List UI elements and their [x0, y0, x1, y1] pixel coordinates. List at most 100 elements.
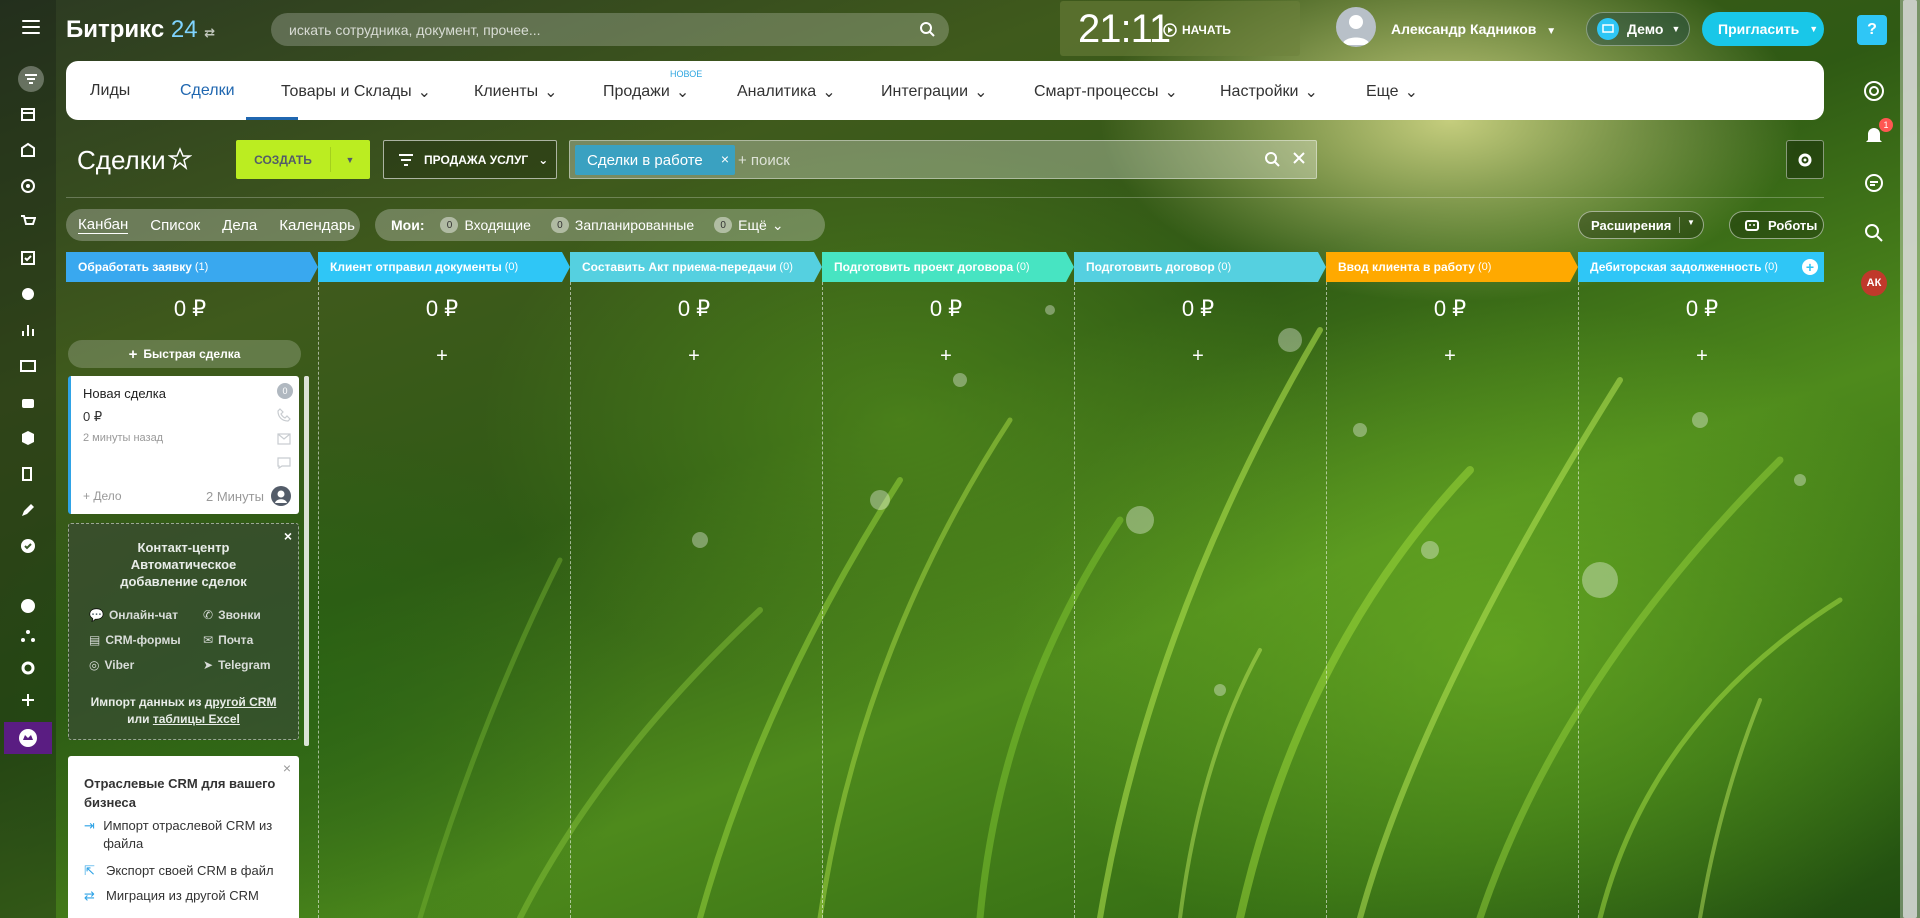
create-deal-button[interactable]: СОЗДАТЬ ▼	[236, 140, 370, 179]
deal-card[interactable]: Новая сделка 0 ₽ 2 минуты назад 0 + Дело…	[68, 376, 299, 514]
page-scrollbar-thumb[interactable]	[1903, 0, 1917, 918]
nav-analytics[interactable]: Аналитика ⌄	[737, 82, 836, 102]
robots-button[interactable]: Роботы	[1729, 211, 1824, 239]
add-deal-plus-button[interactable]: +	[1335, 345, 1565, 368]
stage-header[interactable]: Составить Акт приема-передачи (0)	[570, 252, 822, 282]
channel-viber[interactable]: ◎ Viber	[89, 658, 134, 672]
nav-more[interactable]: Еще ⌄	[1366, 82, 1418, 102]
mail-icon[interactable]	[277, 432, 291, 450]
copilot-icon[interactable]	[1861, 78, 1887, 104]
view-kanban[interactable]: Канбан	[78, 216, 129, 234]
stage-header[interactable]: Подготовить договор (0)	[1074, 252, 1326, 282]
tasks-calendar-icon[interactable]	[18, 104, 38, 124]
cart-icon[interactable]	[18, 212, 38, 232]
box-icon[interactable]	[18, 428, 38, 448]
add-deal-plus-button[interactable]: +	[831, 345, 1061, 368]
quick-deal-button[interactable]: + Быстрая сделка	[68, 340, 301, 368]
industry-migration-item[interactable]: ⇄ Миграция из другой CRM	[84, 887, 259, 905]
nav-integrations[interactable]: Интеграции ⌄	[881, 82, 987, 102]
deal-title[interactable]: Новая сделка	[83, 386, 166, 401]
stage-header[interactable]: Клиент отправил документы (0)	[318, 252, 570, 282]
checkbox-icon[interactable]	[18, 248, 38, 268]
settings-gear-icon[interactable]	[18, 658, 38, 678]
responsible-avatar-icon[interactable]	[271, 486, 291, 506]
nav-smart-processes[interactable]: Смарт-процессы ⌄	[1034, 82, 1178, 102]
help-icon[interactable]	[18, 596, 38, 616]
add-deal-plus-button[interactable]: +	[327, 345, 557, 368]
counter-planned[interactable]: 0 Запланированные	[550, 217, 694, 233]
filter-search-box[interactable]: Сделки в работе × + поиск	[569, 140, 1317, 179]
workday-clock[interactable]: 21:11 НАЧАТЬ	[1060, 1, 1300, 56]
stage-header[interactable]: Обработать заявку (1)	[66, 252, 318, 282]
global-search-input[interactable]: искать сотрудника, документ, прочее...	[271, 13, 949, 46]
nav-sales[interactable]: Продажи ⌄	[603, 82, 689, 102]
column-scrollbar-thumb[interactable]	[304, 376, 309, 746]
sitemap-icon[interactable]	[18, 626, 38, 646]
nav-leads[interactable]: Лиды	[90, 82, 130, 100]
add-deal-plus-button[interactable]: +	[1587, 345, 1817, 368]
industry-import-item[interactable]: ⇥ Импорт отраслевой CRM из файла	[84, 817, 274, 853]
menu-burger-icon[interactable]	[22, 20, 40, 34]
channel-mail[interactable]: ✉ Почта	[203, 633, 253, 647]
user-initials-avatar[interactable]: АК	[1861, 270, 1887, 296]
search-icon[interactable]	[1861, 220, 1887, 246]
contacts-card-icon[interactable]	[18, 356, 38, 376]
clear-icon[interactable]	[1292, 151, 1306, 165]
user-name-menu[interactable]: Александр Кадников ▼	[1391, 21, 1556, 37]
sign-document-icon[interactable]	[18, 464, 38, 484]
industry-export-item[interactable]: ⇱ Экспорт своей CRM в файл	[84, 862, 274, 880]
robot-icon[interactable]	[18, 392, 38, 412]
bitrix24-logo[interactable]: Битрикс 24 ⇄	[66, 16, 215, 44]
stage-header[interactable]: Ввод клиента в работу (0)	[1326, 252, 1578, 282]
import-other-crm-link[interactable]: другой CRM	[205, 695, 277, 709]
analytics-icon[interactable]	[18, 320, 38, 340]
page-scrollbar[interactable]	[1900, 0, 1920, 918]
column-scrollbar[interactable]	[304, 376, 309, 746]
channel-crm-forms[interactable]: ▤ CRM-формы	[89, 633, 181, 647]
add-deal-plus-button[interactable]: +	[1083, 345, 1313, 368]
demo-plan-button[interactable]: Демо ▼	[1586, 12, 1690, 46]
chat-icon[interactable]	[1861, 170, 1887, 196]
phone-icon[interactable]	[277, 408, 291, 427]
stage-header[interactable]: Подготовить проект договора (0)	[822, 252, 1074, 282]
search-icon[interactable]	[1264, 151, 1280, 167]
counter-more[interactable]: 0 Ещё ⌄	[714, 217, 784, 234]
counter-incoming[interactable]: 0 Входящие	[440, 217, 531, 233]
view-calendar[interactable]: Календарь	[279, 217, 355, 234]
channel-online-chat[interactable]: 💬 Онлайн-чат	[89, 608, 178, 622]
pen-icon[interactable]	[18, 500, 38, 520]
crown-icon[interactable]	[4, 722, 52, 754]
help-button[interactable]: ?	[1857, 15, 1887, 45]
company-icon[interactable]	[18, 140, 38, 160]
close-icon[interactable]: ×	[283, 760, 291, 776]
comment-icon[interactable]	[277, 456, 291, 474]
search-icon[interactable]	[919, 21, 935, 37]
view-list[interactable]: Список	[150, 217, 200, 234]
chevron-down-icon[interactable]: ▼	[1687, 218, 1695, 227]
add-stage-icon[interactable]: +	[1802, 259, 1818, 275]
remove-filter-icon[interactable]: ×	[721, 151, 729, 167]
stage-header[interactable]: Дебиторская задолженность (0) +	[1578, 252, 1824, 282]
nav-deals[interactable]: Сделки	[180, 82, 235, 100]
user-avatar[interactable]	[1336, 7, 1376, 47]
channel-calls[interactable]: ✆ Звонки	[203, 608, 261, 622]
channel-telegram[interactable]: ➤ Telegram	[203, 658, 271, 672]
nav-clients[interactable]: Клиенты ⌄	[474, 82, 558, 102]
filter-icon[interactable]	[18, 66, 44, 92]
start-workday-button[interactable]: НАЧАТЬ	[1163, 23, 1231, 37]
check-circle-icon[interactable]	[18, 536, 38, 556]
active-filter-tag[interactable]: Сделки в работе ×	[575, 145, 735, 175]
add-activity-link[interactable]: + Дело	[83, 489, 122, 503]
nav-products-warehouses[interactable]: Товары и Склады ⌄	[281, 82, 431, 102]
import-excel-link[interactable]: таблицы Excel	[153, 712, 240, 726]
target-icon[interactable]	[18, 176, 38, 196]
extensions-button[interactable]: Расширения ▼	[1578, 211, 1704, 239]
notifications-bell-icon[interactable]: 1	[1861, 118, 1893, 148]
add-deal-plus-button[interactable]: +	[579, 345, 809, 368]
chevron-down-icon[interactable]: ▼	[331, 155, 369, 165]
view-activities[interactable]: Дела	[222, 217, 257, 234]
add-plus-icon[interactable]	[18, 690, 38, 710]
nav-settings[interactable]: Настройки ⌄	[1220, 82, 1318, 102]
deal-category-button[interactable]: ПРОДАЖА УСЛУГ ⌄	[383, 140, 557, 179]
arrows-icon[interactable]: ⇄	[204, 25, 215, 40]
